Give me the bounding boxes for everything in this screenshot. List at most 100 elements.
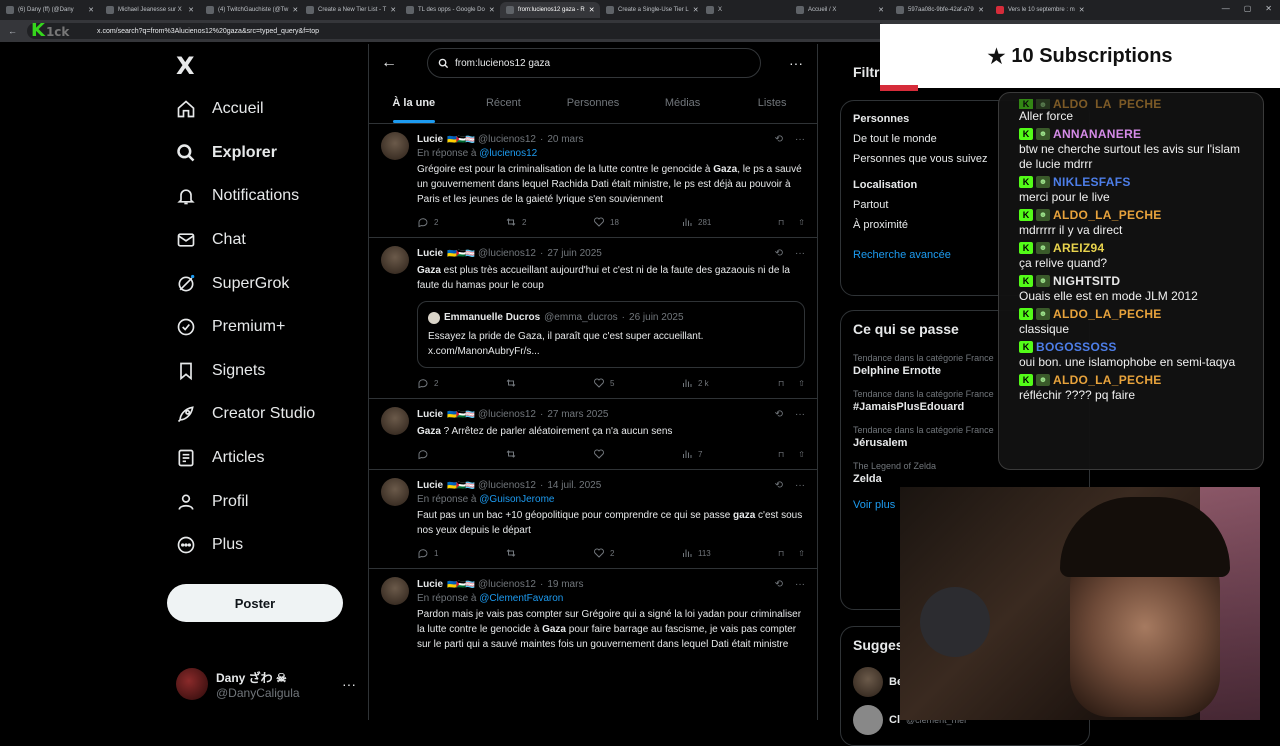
sidebar-item-chat[interactable]: Chat <box>176 220 246 260</box>
views-button[interactable]: 281 <box>681 216 769 228</box>
more-options-icon[interactable]: ··· <box>342 676 356 692</box>
tweet[interactable]: Lucie 🇺🇦🇵🇸🏳️‍⚧️ @lucienos12 · 27 juin 20… <box>369 238 817 399</box>
tweet[interactable]: Lucie 🇺🇦🇵🇸🏳️‍⚧️ @lucienos12 · 19 mars ⟲ ·… <box>369 569 817 652</box>
browser-tab[interactable]: TL des opps - Google Do ✕ <box>400 2 500 18</box>
share-icon[interactable]: ⇧ <box>798 218 805 227</box>
like-button[interactable]: 5 <box>593 377 681 389</box>
close-tab-icon[interactable]: ✕ <box>1079 6 1085 14</box>
tweet[interactable]: Lucie 🇺🇦🇵🇸🏳️‍⚧️ @lucienos12 · 14 juil. 2… <box>369 470 817 569</box>
post-button[interactable]: Poster <box>167 584 343 622</box>
maximize-icon[interactable]: ▢ <box>1244 4 1252 13</box>
retweet-button[interactable] <box>505 547 593 559</box>
sidebar-item-profile[interactable]: Profil <box>176 482 248 522</box>
tweet[interactable]: Lucie 🇺🇦🇵🇸🏳️‍⚧️ @lucienos12 · 27 mars 20… <box>369 399 817 470</box>
close-tab-icon[interactable]: ✕ <box>188 6 194 14</box>
sidebar-item-creator-studio[interactable]: Creator Studio <box>176 394 315 434</box>
browser-tab[interactable]: Michael Jeanesse sur X ✕ <box>100 2 200 18</box>
share-icon[interactable]: ⇧ <box>798 379 805 388</box>
tweet-date[interactable]: 27 mars 2025 <box>547 409 608 420</box>
sidebar-item-explore[interactable]: Explorer <box>176 133 277 173</box>
sidebar-item-more[interactable]: Plus <box>176 525 243 565</box>
mention-link[interactable]: @lucienos12 <box>479 148 537 159</box>
like-button[interactable]: 2 <box>593 547 681 559</box>
retweet-button[interactable] <box>505 377 593 389</box>
reply-button[interactable]: 2 <box>417 216 505 228</box>
share-icon[interactable]: ⇧ <box>798 450 805 459</box>
back-arrow-icon[interactable]: ← <box>369 54 409 72</box>
tweet-author-name[interactable]: Lucie <box>417 579 443 590</box>
tweet-author-handle[interactable]: @lucienos12 <box>478 134 536 145</box>
sidebar-item-articles[interactable]: Articles <box>176 438 264 478</box>
sidebar-item-supergrok[interactable]: SuperGrok <box>176 264 289 304</box>
grok-icon[interactable]: ⟲ <box>775 480 783 491</box>
minimize-icon[interactable]: — <box>1222 4 1230 13</box>
mention-link[interactable]: @ClementFavaron <box>479 593 563 604</box>
tweet[interactable]: Lucie 🇺🇦🇵🇸🏳️‍⚧️ @lucienos12 · 20 mars ⟲ ·… <box>369 124 817 238</box>
close-tab-icon[interactable]: ✕ <box>489 6 495 14</box>
tab-top[interactable]: À la une <box>369 82 459 123</box>
back-nav-icon[interactable]: ← <box>8 26 17 36</box>
bookmark-icon[interactable]: ⊓ <box>778 450 784 459</box>
views-button[interactable]: 2 k <box>681 377 769 389</box>
tab-latest[interactable]: Récent <box>459 82 549 123</box>
x-logo[interactable]: X <box>176 52 195 80</box>
reply-button[interactable]: 1 <box>417 547 505 559</box>
avatar[interactable] <box>381 132 409 160</box>
grok-icon[interactable]: ⟲ <box>775 579 783 590</box>
tweet-date[interactable]: 27 juin 2025 <box>547 248 602 259</box>
avatar[interactable] <box>381 478 409 506</box>
tweet-date[interactable]: 19 mars <box>547 579 583 590</box>
browser-tab[interactable]: X <box>700 2 790 18</box>
browser-tab[interactable]: Vers le 10 septembre : m ✕ <box>990 2 1090 18</box>
address-bar[interactable]: K1ck x.com/search?q=from%3Alucienos12%20… <box>27 20 887 41</box>
bookmark-icon[interactable]: ⊓ <box>778 549 784 558</box>
browser-tab[interactable]: 597aa08c-9bfe-42af-a79 ✕ <box>890 2 990 18</box>
like-button[interactable]: 18 <box>593 216 681 228</box>
tweet-author-handle[interactable]: @lucienos12 <box>478 579 536 590</box>
tweet-author-handle[interactable]: @lucienos12 <box>478 480 536 491</box>
retweet-button[interactable] <box>505 448 593 460</box>
close-tab-icon[interactable]: ✕ <box>878 6 884 14</box>
more-options-icon[interactable]: ··· <box>795 409 805 420</box>
browser-tab[interactable]: Accueil / X ✕ <box>790 2 890 18</box>
bookmark-icon[interactable]: ⊓ <box>778 379 784 388</box>
tweet-author-handle[interactable]: @lucienos12 <box>478 248 536 259</box>
share-icon[interactable]: ⇧ <box>798 549 805 558</box>
browser-tab[interactable]: (6) Dany (ff) (@Dany ✕ <box>0 2 100 18</box>
sidebar-item-home[interactable]: Accueil <box>176 89 264 129</box>
avatar[interactable] <box>381 577 409 605</box>
close-tab-icon[interactable]: ✕ <box>978 6 984 14</box>
reply-button[interactable]: 2 <box>417 377 505 389</box>
avatar[interactable] <box>381 407 409 435</box>
sidebar-item-bookmarks[interactable]: Signets <box>176 351 265 391</box>
retweet-button[interactable]: 2 <box>505 216 593 228</box>
browser-tab[interactable]: (4) TwitchGauchiste (@Tw ✕ <box>200 2 300 18</box>
tab-lists[interactable]: Listes <box>727 82 817 123</box>
views-button[interactable]: 7 <box>681 448 769 460</box>
more-options-icon[interactable]: ··· <box>789 55 803 71</box>
more-options-icon[interactable]: ··· <box>795 579 805 590</box>
tweet-author-name[interactable]: Lucie <box>417 134 443 145</box>
sidebar-item-notifications[interactable]: Notifications <box>176 176 299 216</box>
tweet-author-name[interactable]: Lucie <box>417 409 443 420</box>
tweet-author-name[interactable]: Lucie <box>417 248 443 259</box>
more-options-icon[interactable]: ··· <box>795 134 805 145</box>
bookmark-icon[interactable]: ⊓ <box>778 218 784 227</box>
search-input[interactable] <box>455 57 745 69</box>
like-button[interactable] <box>593 448 681 460</box>
tweet-date[interactable]: 20 mars <box>547 134 583 145</box>
views-button[interactable]: 113 <box>681 547 769 559</box>
tweet-date[interactable]: 14 juil. 2025 <box>547 480 601 491</box>
close-tab-icon[interactable]: ✕ <box>292 6 298 14</box>
close-window-icon[interactable]: ✕ <box>1265 4 1272 13</box>
browser-tab[interactable]: Create a New Tier List - T ✕ <box>300 2 400 18</box>
close-tab-icon[interactable]: ✕ <box>693 6 699 14</box>
reply-button[interactable] <box>417 448 505 460</box>
tab-media[interactable]: Médias <box>638 82 728 123</box>
sidebar-item-premium[interactable]: Premium+ <box>176 307 285 347</box>
browser-tab[interactable]: Create a Single-Use Tier L ✕ <box>600 2 700 18</box>
grok-icon[interactable]: ⟲ <box>775 134 783 145</box>
more-options-icon[interactable]: ··· <box>795 480 805 491</box>
account-switcher[interactable]: Dany ざわ ☠ @DanyCaligula ··· <box>176 668 356 700</box>
tweet-author-name[interactable]: Lucie <box>417 480 443 491</box>
